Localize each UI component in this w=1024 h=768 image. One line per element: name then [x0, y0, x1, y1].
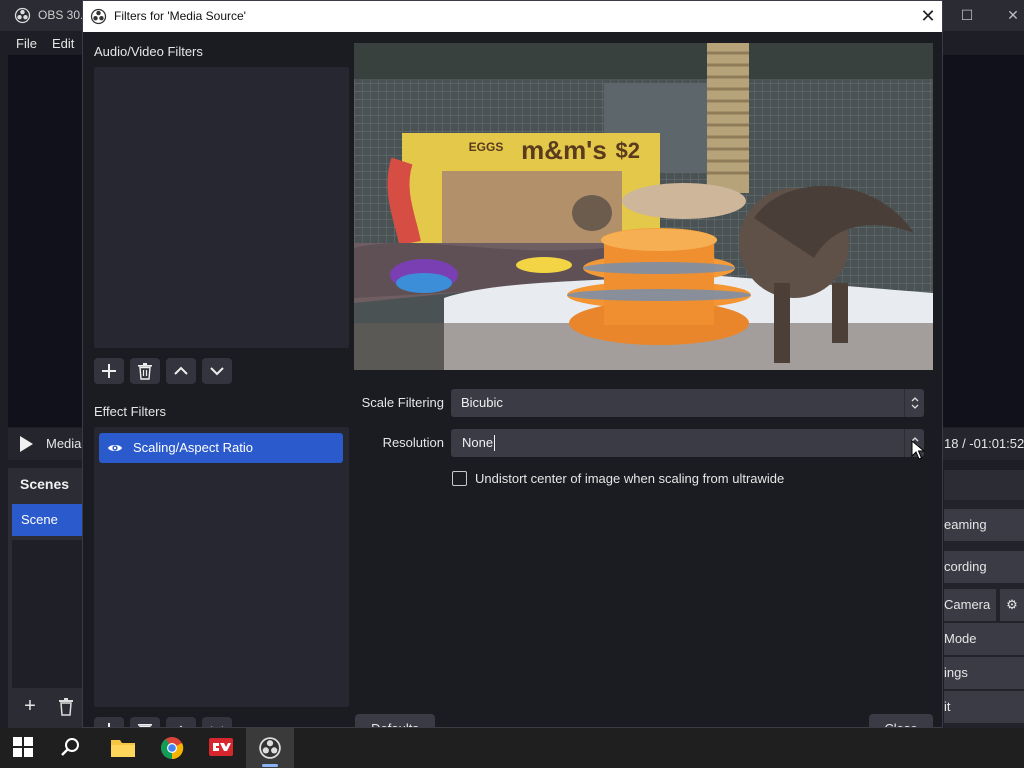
audio-video-filters-label: Audio/Video Filters	[94, 44, 203, 59]
move-av-filter-up-button[interactable]	[166, 358, 196, 384]
close-window-icon[interactable]: ✕	[996, 4, 1024, 26]
virtual-camera-button[interactable]: Camera	[944, 589, 996, 621]
scene-item[interactable]: Scene	[12, 504, 88, 536]
scale-filtering-value: Bicubic	[461, 395, 503, 410]
dialog-title: Filters for 'Media Source'	[114, 9, 246, 23]
close-dialog-icon[interactable]: ✕	[914, 5, 942, 27]
file-explorer-icon[interactable]	[98, 728, 146, 768]
windows-start-icon[interactable]	[0, 728, 48, 768]
move-av-filter-down-button[interactable]	[202, 358, 232, 384]
resolution-combobox[interactable]: None	[451, 429, 924, 457]
trash-icon	[59, 698, 73, 716]
resolution-value: None	[462, 435, 494, 450]
obs-logo-icon	[90, 8, 107, 25]
chevron-up-icon	[174, 366, 188, 375]
filter-preview: $2 m&m's EGGS	[354, 43, 933, 370]
filters-dialog: Filters for 'Media Source' ✕ Audio/Video…	[82, 0, 943, 728]
play-icon[interactable]	[20, 436, 33, 452]
defaults-button[interactable]: Defaults	[355, 714, 435, 727]
preview-sign-brand: m&m's	[521, 135, 607, 165]
remove-av-filter-button[interactable]	[130, 358, 160, 384]
taskbar	[0, 728, 1024, 768]
effect-filters-label: Effect Filters	[94, 404, 167, 419]
effect-filter-item[interactable]: Scaling/Aspect Ratio	[99, 433, 343, 463]
effect-filters-list[interactable]	[94, 427, 349, 707]
remove-effect-filter-button[interactable]	[130, 717, 160, 727]
effect-filter-label: Scaling/Aspect Ratio	[133, 440, 253, 455]
obs-icon[interactable]	[246, 728, 294, 768]
add-av-filter-button[interactable]	[94, 358, 124, 384]
preview-image: $2 m&m's EGGS	[354, 43, 933, 370]
controls-dock-header	[944, 470, 1024, 500]
undistort-label: Undistort center of image when scaling f…	[475, 471, 785, 486]
scale-filtering-label: Scale Filtering	[361, 395, 444, 410]
close-button[interactable]: Close	[869, 714, 933, 727]
start-streaming-button[interactable]: eaming	[944, 509, 1024, 541]
start-recording-button[interactable]: cording	[944, 551, 1024, 583]
exit-button[interactable]: it	[944, 691, 1024, 723]
add-effect-filter-button[interactable]	[94, 717, 124, 727]
maximize-icon[interactable]: ☐	[950, 4, 984, 26]
chrome-icon[interactable]	[148, 728, 196, 768]
scale-filtering-select[interactable]: Bicubic	[451, 389, 924, 417]
controls-dock: eaming cording Camera ⚙ Mode ings it	[944, 470, 1024, 728]
obs-logo-icon	[14, 7, 31, 24]
resolution-label: Resolution	[382, 435, 444, 450]
gear-icon: ⚙	[1006, 597, 1018, 612]
studio-mode-button[interactable]: Mode	[944, 623, 1024, 655]
chevron-down-icon	[210, 367, 224, 376]
add-scene-button[interactable]: +	[16, 693, 44, 721]
scene-list	[12, 540, 88, 688]
audio-video-filters-list[interactable]	[94, 67, 349, 348]
virtual-camera-settings-button[interactable]: ⚙	[1000, 589, 1024, 621]
scenes-dock: Scenes Scene +	[8, 468, 88, 728]
dialog-titlebar: Filters for 'Media Source' ✕	[83, 1, 942, 32]
undistort-checkbox[interactable]	[452, 471, 467, 486]
text-caret	[494, 435, 495, 451]
trash-icon	[138, 363, 152, 380]
menu-edit[interactable]: Edit	[52, 36, 74, 51]
scenes-header: Scenes	[20, 476, 70, 492]
settings-button[interactable]: ings	[944, 657, 1024, 689]
mouse-cursor-icon	[911, 440, 925, 460]
plus-icon	[102, 364, 116, 378]
updown-arrows-icon	[904, 389, 924, 417]
menu-file[interactable]: File	[16, 36, 37, 51]
app-red-icon[interactable]	[197, 728, 245, 768]
preview-sign-price: $2	[616, 138, 640, 163]
search-icon[interactable]	[48, 728, 96, 768]
media-source-name: Media	[46, 436, 82, 451]
move-effect-filter-up-button[interactable]	[166, 717, 196, 727]
move-effect-filter-down-button[interactable]	[202, 717, 232, 727]
eye-icon[interactable]	[107, 441, 123, 455]
media-time: 18 / -01:01:52	[944, 436, 1024, 451]
remove-scene-button[interactable]	[52, 693, 80, 721]
preview-sign-sub: EGGS	[469, 140, 504, 154]
